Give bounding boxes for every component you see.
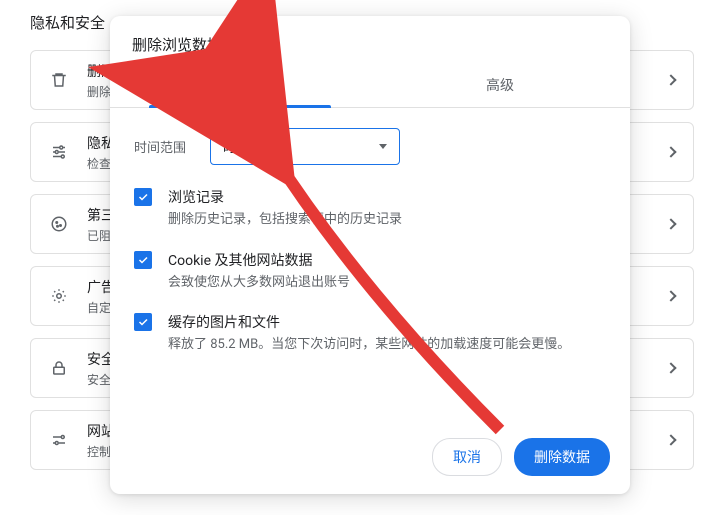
check-item-history: 浏览记录 删除历史记录，包括搜索框中的历史记录	[134, 187, 606, 230]
delete-data-button[interactable]: 删除数据	[514, 438, 610, 476]
check-title: 浏览记录	[168, 187, 606, 207]
check-title: 缓存的图片和文件	[168, 312, 606, 332]
check-sub: 删除历史记录，包括搜索框中的历史记录	[168, 210, 606, 230]
cancel-button[interactable]: 取消	[432, 438, 502, 476]
check-title: Cookie 及其他网站数据	[168, 250, 606, 270]
dialog-overlay: 删除浏览数据 基本 高级 时间范围 时间不限 浏览记录 删除历史记录，包括搜索框…	[0, 0, 724, 515]
time-range-select[interactable]: 时间不限	[210, 128, 400, 165]
dialog-footer: 取消 删除数据	[110, 424, 630, 494]
dialog-body: 时间范围 时间不限 浏览记录 删除历史记录，包括搜索框中的历史记录	[110, 108, 630, 424]
tab-basic[interactable]: 基本	[110, 65, 370, 107]
chevron-down-icon	[379, 144, 387, 149]
check-sub: 释放了 85.2 MB。当您下次访问时，某些网站的加载速度可能会更慢。	[168, 335, 606, 355]
time-range-row: 时间范围 时间不限	[134, 128, 606, 165]
dialog-tabs: 基本 高级	[110, 65, 630, 108]
check-item-cookies: Cookie 及其他网站数据 会致使您从大多数网站退出账号	[134, 250, 606, 293]
dialog-title: 删除浏览数据	[110, 16, 630, 65]
check-sub: 会致使您从大多数网站退出账号	[168, 273, 606, 293]
time-range-label: 时间范围	[134, 137, 196, 156]
checkbox-cookies[interactable]	[134, 251, 152, 269]
checkbox-cache[interactable]	[134, 313, 152, 331]
checkbox-history[interactable]	[134, 188, 152, 206]
tab-advanced[interactable]: 高级	[370, 65, 630, 107]
delete-browsing-data-dialog: 删除浏览数据 基本 高级 时间范围 时间不限 浏览记录 删除历史记录，包括搜索框…	[110, 16, 630, 494]
time-range-value: 时间不限	[223, 137, 275, 156]
check-item-cache: 缓存的图片和文件 释放了 85.2 MB。当您下次访问时，某些网站的加载速度可能…	[134, 312, 606, 355]
